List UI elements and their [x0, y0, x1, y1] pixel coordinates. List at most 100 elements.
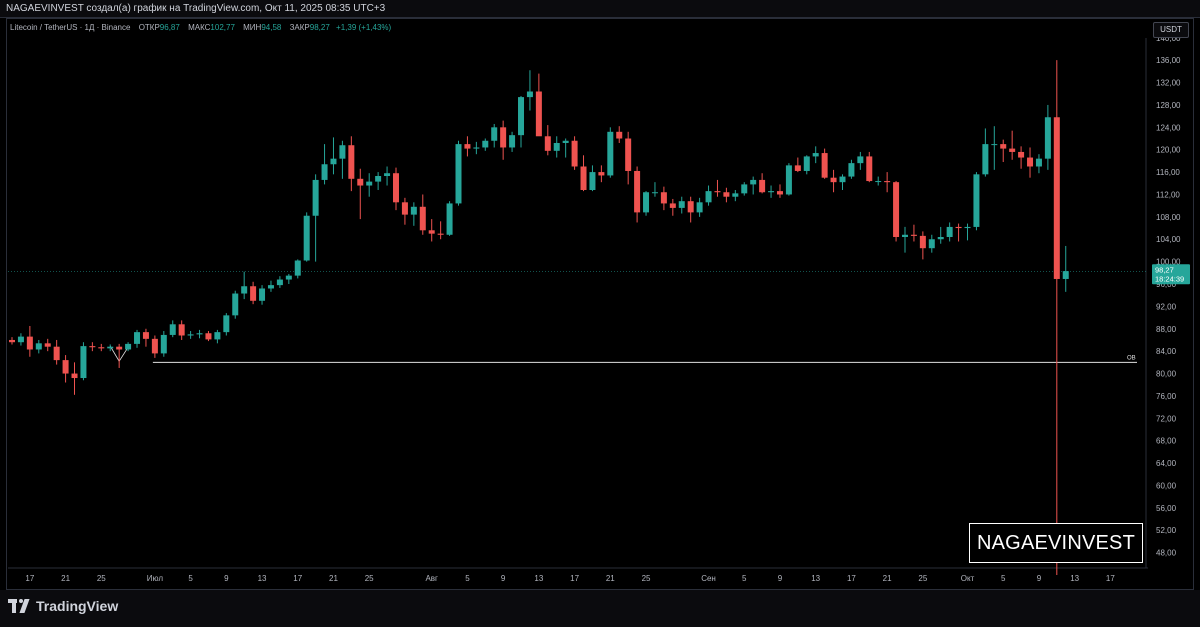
high-label: МАКС	[188, 23, 211, 32]
candle-body	[151, 338, 158, 354]
candle-body	[473, 147, 480, 149]
candle-body	[294, 260, 301, 276]
candle-body	[241, 286, 248, 294]
candle-body	[214, 332, 221, 340]
brand-watermark: NAGAEVINVEST	[969, 523, 1143, 563]
currency-button[interactable]: USDT	[1153, 22, 1189, 38]
y-tick-label: 76,00	[1156, 392, 1177, 401]
x-tick-label: 5	[742, 574, 747, 583]
candle-body	[160, 334, 167, 354]
candle-body	[384, 173, 391, 177]
candle-body	[1053, 117, 1060, 279]
candle-body	[973, 174, 980, 227]
x-tick-label: 13	[811, 574, 820, 583]
candle-body	[705, 191, 712, 203]
candle-body	[339, 145, 346, 159]
candle-body	[428, 230, 435, 234]
candle-body	[330, 158, 337, 165]
candle-body	[937, 237, 944, 240]
candle-body	[259, 288, 266, 301]
x-tick-label: 21	[329, 574, 338, 583]
candle-body	[1062, 271, 1069, 279]
tradingview-logo[interactable]: TradingView	[8, 598, 118, 614]
candle-body	[62, 360, 69, 374]
candle-body	[205, 333, 212, 340]
candle-body	[71, 373, 78, 379]
x-tick-label: 13	[534, 574, 543, 583]
y-tick-label: 56,00	[1156, 504, 1177, 513]
x-tick-label: 21	[606, 574, 615, 583]
candle-body	[1018, 151, 1025, 158]
candle-body	[526, 91, 533, 98]
y-tick-label: 64,00	[1156, 459, 1177, 468]
candle-body	[785, 165, 792, 195]
low-label: МИН	[243, 23, 262, 32]
candle-body	[437, 233, 444, 235]
last-price-value: 98,27	[1155, 265, 1174, 274]
candle-body	[884, 181, 891, 183]
candle-body	[509, 135, 516, 148]
candle-body	[919, 235, 926, 249]
candle-body	[643, 192, 650, 213]
candle-body	[660, 192, 667, 204]
x-tick-label: 17	[847, 574, 856, 583]
candle-body	[125, 343, 132, 350]
x-tick-label: 9	[501, 574, 506, 583]
candle-body	[303, 215, 310, 261]
y-tick-label: 120,00	[1156, 146, 1181, 155]
candle-body	[134, 332, 141, 344]
candle-body	[634, 170, 641, 213]
candle-body	[1035, 158, 1042, 167]
y-tick-label: 128,00	[1156, 101, 1181, 110]
candle-body	[544, 136, 551, 151]
candle-body	[518, 97, 525, 136]
y-tick-label: 80,00	[1156, 370, 1177, 379]
open-label: ОТКР	[138, 23, 160, 32]
candle-body	[866, 156, 873, 182]
candle-body	[401, 202, 408, 215]
candle-body	[687, 201, 694, 213]
candle-body	[276, 279, 283, 286]
x-tick-label: Июл	[147, 574, 164, 583]
x-tick-label: 17	[570, 574, 579, 583]
candle-body	[357, 178, 364, 186]
candle-body	[53, 346, 60, 361]
x-tick-label: 9	[224, 574, 229, 583]
candle-body	[776, 191, 783, 195]
candle-body	[723, 192, 730, 197]
candle-body	[1000, 144, 1007, 149]
x-tick-label: 13	[258, 574, 267, 583]
y-tick-label: 60,00	[1156, 481, 1177, 490]
x-tick-label: 25	[365, 574, 374, 583]
y-tick-label: 112,00	[1156, 190, 1180, 199]
candle-body	[714, 191, 721, 193]
candle-body	[285, 275, 292, 280]
candle-body	[1027, 157, 1034, 167]
candle-body	[982, 144, 989, 175]
candle-body	[794, 165, 801, 171]
candle-body	[928, 239, 935, 249]
candle-body	[464, 144, 471, 149]
candle-body	[991, 144, 998, 146]
candle-body	[830, 177, 837, 183]
candle-body	[598, 172, 605, 176]
candle-body	[178, 324, 185, 336]
x-tick-label: 5	[465, 574, 470, 583]
candle-body	[607, 131, 614, 176]
candle-body	[910, 234, 917, 236]
candle-body	[9, 339, 15, 343]
candle-body	[955, 226, 962, 229]
candle-body	[187, 334, 194, 336]
symbol-legend: Litecoin / TetherUS · 1Д · Binance ОТКР9…	[10, 23, 391, 32]
candle-body	[366, 181, 373, 186]
x-tick-label: 9	[1037, 574, 1042, 583]
open-value: 96,87	[159, 23, 180, 32]
candle-body	[312, 179, 319, 216]
x-tick-label: 5	[1001, 574, 1006, 583]
candle-body	[410, 206, 417, 215]
candle-body	[857, 156, 864, 164]
y-tick-label: 136,00	[1156, 56, 1181, 65]
candle-body	[571, 140, 578, 167]
symbol-name[interactable]: Litecoin / TetherUS · 1Д · Binance	[10, 23, 130, 32]
candle-body	[446, 203, 453, 235]
